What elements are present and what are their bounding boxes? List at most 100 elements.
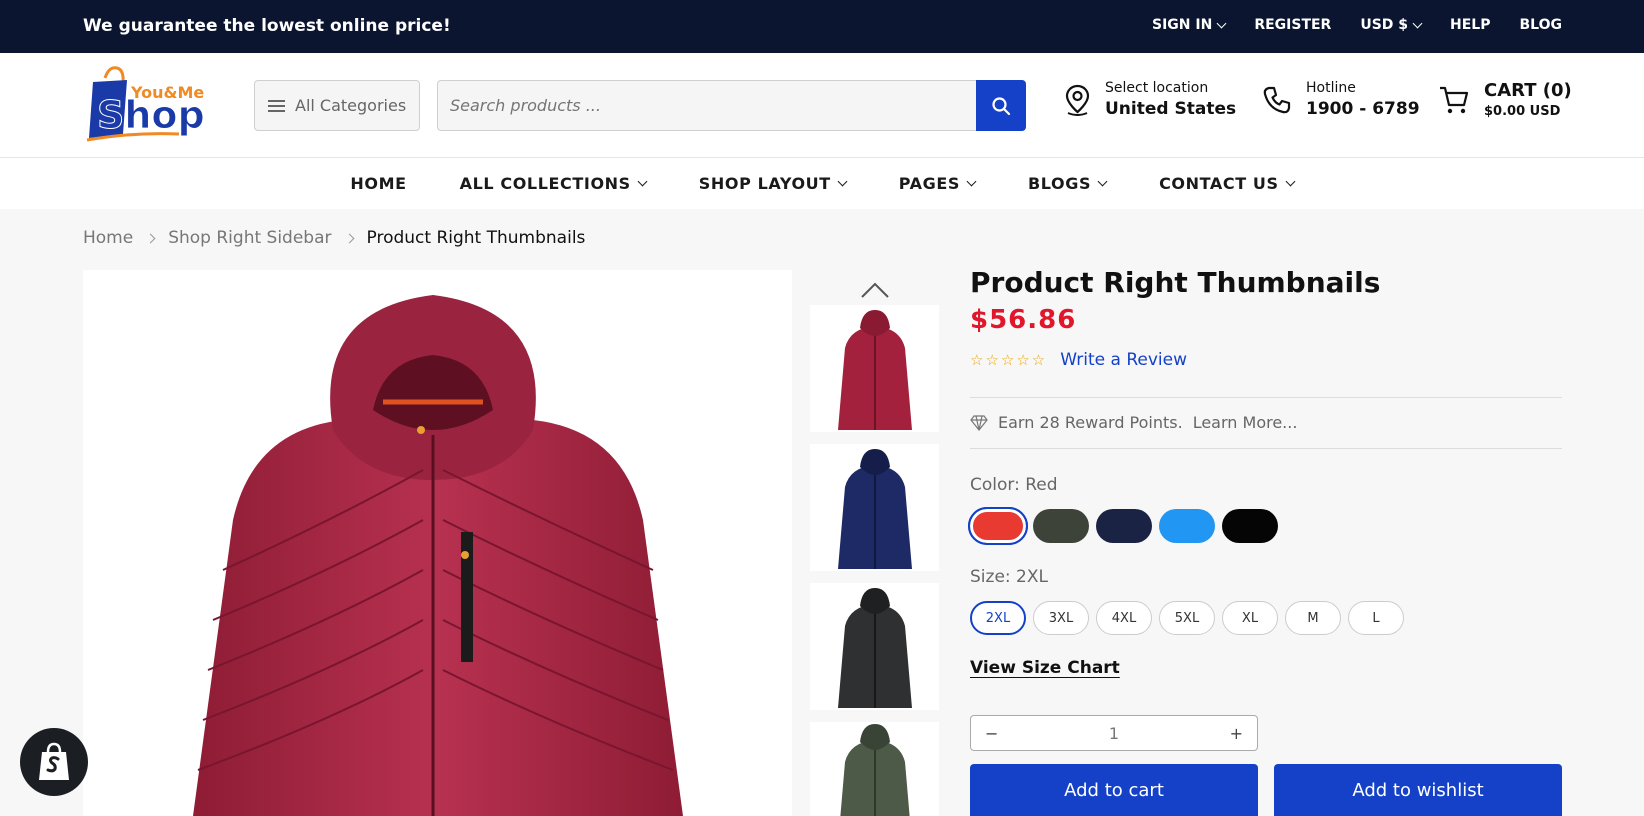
nav-label: CONTACT US [1159, 174, 1279, 193]
breadcrumb-current: Product Right Thumbnails [366, 228, 586, 248]
breadcrumb-home[interactable]: Home [83, 228, 133, 248]
product-main-image[interactable] [83, 270, 792, 816]
color-label: Color: Red [970, 475, 1058, 495]
shopify-badge[interactable] [20, 728, 88, 796]
nav-label: PAGES [898, 174, 960, 193]
add-to-wishlist-button[interactable]: Add to wishlist [1274, 764, 1562, 816]
cart-label: CART (0) [1484, 80, 1572, 101]
search-button[interactable] [976, 80, 1026, 131]
star-rating: ☆☆☆☆☆ [970, 351, 1048, 369]
size-option[interactable]: 2XL [970, 601, 1026, 635]
nav-item-shop-layout[interactable]: SHOP LAYOUT [698, 174, 848, 193]
main-nav: HOME ALL COLLECTIONS SHOP LAYOUT PAGES B… [0, 158, 1644, 209]
learn-more-link[interactable]: Learn More... [1193, 413, 1298, 432]
thumbnails-up-button[interactable] [860, 280, 890, 300]
sign-in-label: SIGN IN [1152, 17, 1213, 33]
menu-icon [268, 99, 285, 112]
rating-row: ☆☆☆☆☆ Write a Review [970, 350, 1187, 370]
chevron-right-icon [145, 233, 156, 243]
nav-label: BLOGS [1028, 174, 1092, 193]
product-price: $56.86 [970, 305, 1077, 335]
chevron-down-icon [1412, 18, 1423, 28]
location-selector[interactable]: Select location United States [1064, 80, 1236, 119]
nav-item-contact-us[interactable]: CONTACT US [1159, 174, 1296, 193]
logo-main-text: Shop [97, 93, 205, 137]
breadcrumb-parent[interactable]: Shop Right Sidebar [168, 228, 331, 248]
size-option[interactable]: 5XL [1159, 601, 1215, 635]
thumbnail-red[interactable] [810, 305, 939, 432]
hotline-label: Hotline [1306, 80, 1356, 96]
register-link[interactable]: REGISTER [1254, 17, 1331, 33]
chevron-down-icon [1216, 18, 1227, 28]
shopify-bag-icon [39, 742, 69, 780]
qty-increase-button[interactable]: + [1230, 724, 1243, 743]
thumbnail-black[interactable] [810, 583, 939, 710]
divider [970, 397, 1562, 398]
divider [970, 448, 1562, 449]
size-option[interactable]: XL [1222, 601, 1278, 635]
nav-label: SHOP LAYOUT [698, 174, 831, 193]
jacket-thumb-icon [837, 309, 912, 430]
qty-value[interactable]: 1 [1109, 724, 1119, 743]
chevron-down-icon [637, 176, 648, 187]
size-option[interactable]: 4XL [1096, 601, 1152, 635]
jacket-thumb-icon [837, 448, 912, 569]
size-option[interactable]: L [1348, 601, 1404, 635]
header: You&Me Shop All Categories Select locati… [0, 53, 1644, 158]
blog-link[interactable]: BLOG [1520, 17, 1563, 33]
chevron-down-icon [837, 176, 848, 187]
help-link[interactable]: HELP [1450, 17, 1490, 33]
search-input[interactable] [437, 80, 976, 131]
chevron-down-icon [966, 176, 977, 187]
hotline: Hotline 1900 - 6789 [1262, 80, 1420, 119]
breadcrumb: Home Shop Right Sidebar Product Right Th… [83, 228, 585, 248]
currency-label: USD $ [1360, 17, 1409, 33]
jacket-thumb-icon [837, 587, 912, 708]
nav-label: ALL COLLECTIONS [459, 174, 631, 193]
nav-item-all-collections[interactable]: ALL COLLECTIONS [459, 174, 648, 193]
sign-in-link[interactable]: SIGN IN [1152, 17, 1227, 33]
all-categories-label: All Categories [295, 96, 407, 115]
location-value: United States [1105, 99, 1237, 119]
color-swatch[interactable] [1222, 509, 1278, 543]
thumbnail-green[interactable] [810, 722, 939, 816]
add-to-cart-button[interactable]: Add to cart [970, 764, 1258, 816]
nav-label: HOME [350, 174, 407, 193]
nav-item-home[interactable]: HOME [350, 174, 406, 193]
cart-button[interactable]: CART (0) $0.00 USD [1438, 80, 1572, 119]
nav-item-pages[interactable]: PAGES [898, 174, 977, 193]
currency-selector[interactable]: USD $ [1360, 17, 1423, 33]
reward-text: Earn 28 Reward Points. [998, 413, 1183, 432]
shop-logo[interactable]: You&Me Shop [83, 64, 218, 146]
qty-decrease-button[interactable]: − [985, 724, 998, 743]
size-options: 2XL 3XL 4XL 5XL XL M L [970, 601, 1404, 635]
size-option[interactable]: 3XL [1033, 601, 1089, 635]
view-size-chart-link[interactable]: View Size Chart [970, 658, 1120, 678]
top-bar: We guarantee the lowest online price! SI… [0, 0, 1644, 53]
color-swatch[interactable] [1033, 509, 1089, 543]
jacket-thumb-icon [839, 724, 910, 816]
size-label: Size: 2XL [970, 567, 1048, 587]
color-swatch[interactable] [968, 507, 1028, 545]
all-categories-button[interactable]: All Categories [254, 80, 420, 131]
chevron-down-icon [1285, 176, 1296, 187]
search-icon [992, 96, 1011, 115]
cart-icon [1440, 86, 1469, 113]
color-swatch[interactable] [1159, 509, 1215, 543]
hotline-value: 1900 - 6789 [1306, 99, 1420, 119]
thumbnail-navy[interactable] [810, 444, 939, 571]
quantity-stepper: − 1 + [970, 715, 1258, 751]
chevron-right-icon [344, 233, 354, 243]
product-title: Product Right Thumbnails [970, 266, 1381, 299]
write-review-link[interactable]: Write a Review [1060, 350, 1187, 370]
color-swatch[interactable] [1096, 509, 1152, 543]
phone-icon [1263, 86, 1291, 113]
cart-total: $0.00 USD [1484, 104, 1561, 119]
nav-item-blogs[interactable]: BLOGS [1028, 174, 1108, 193]
color-swatches [968, 507, 1278, 545]
reward-points: Earn 28 Reward Points. Learn More... [970, 413, 1297, 432]
top-links: SIGN IN REGISTER USD $ HELP BLOG [1152, 17, 1562, 33]
chevron-down-icon [1097, 176, 1108, 187]
size-option[interactable]: M [1285, 601, 1341, 635]
location-pin-icon [1065, 84, 1090, 116]
